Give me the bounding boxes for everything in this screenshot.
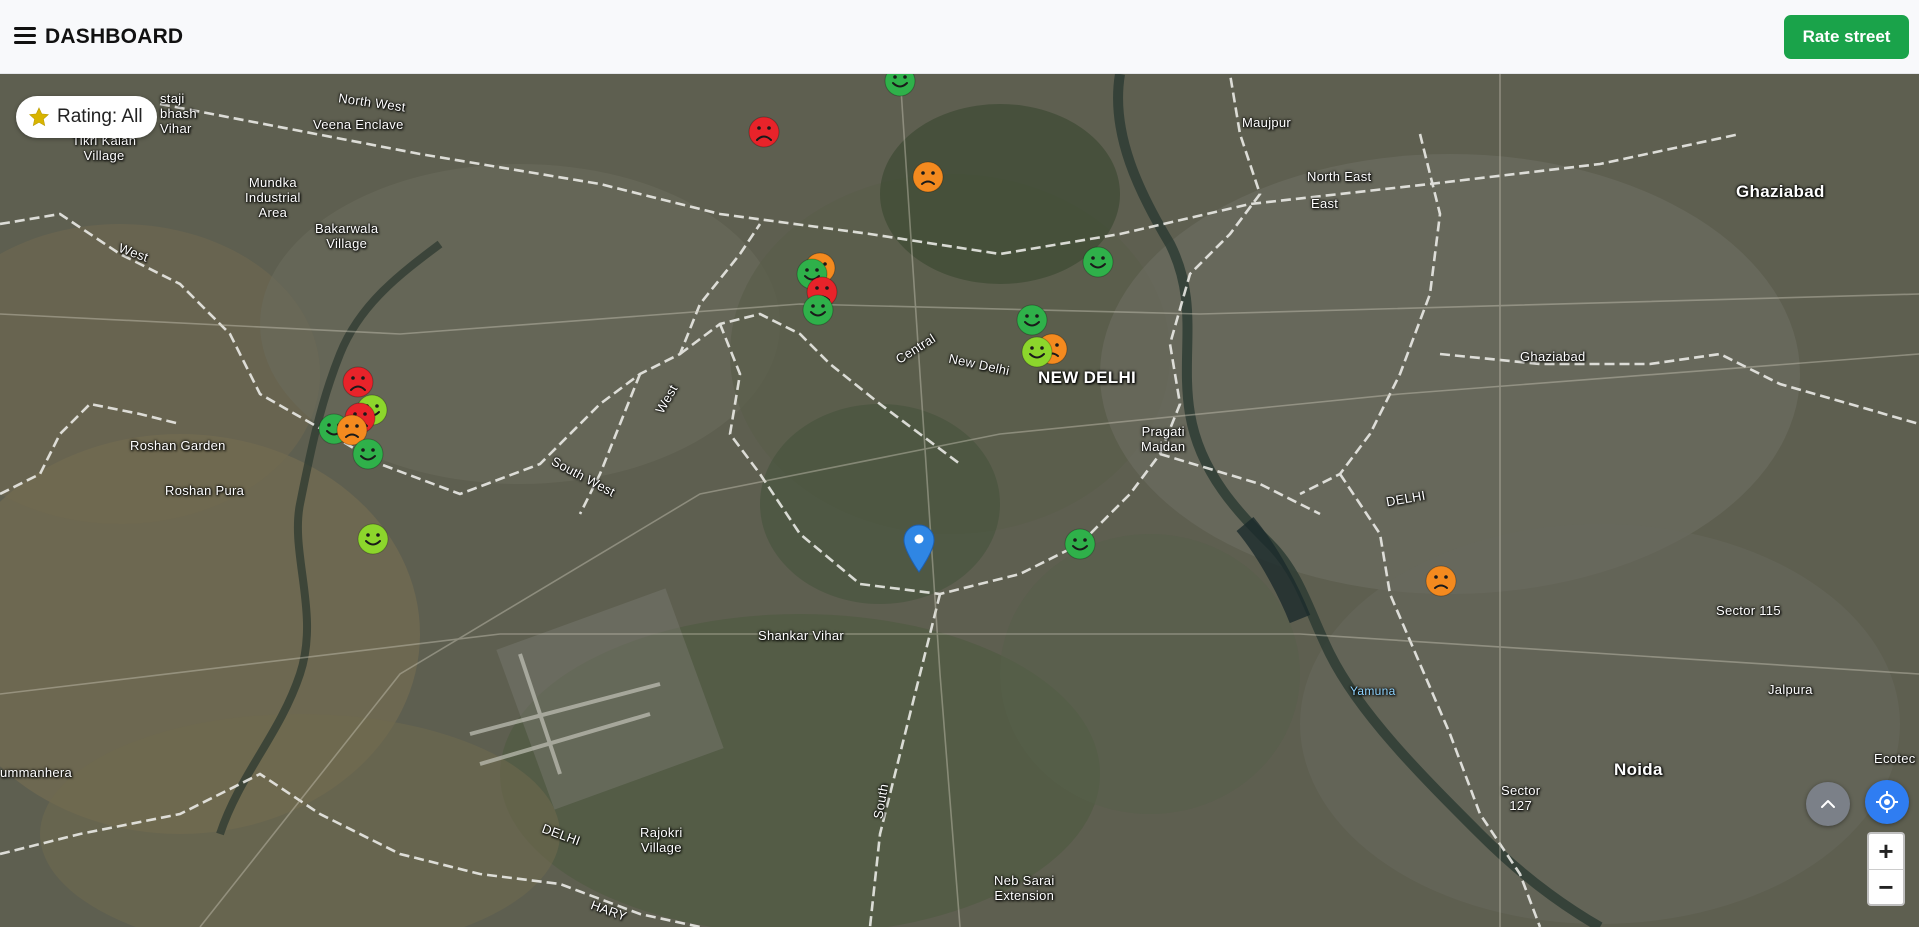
- map-label-ummanhera: ummanhera: [0, 765, 73, 780]
- zoom-control: + −: [1867, 832, 1905, 906]
- map-view[interactable]: North West Veena Enclave Tikri Kalan Vill…: [0, 74, 1919, 927]
- top-bar: DASHBOARD Rate street: [0, 0, 1919, 74]
- map-label-maujpur: Maujpur: [1242, 115, 1292, 130]
- rating-marker-good[interactable]: [1081, 245, 1115, 279]
- fair-face-icon: [1425, 565, 1457, 597]
- map-label-rajokri: Rajokri Village: [640, 825, 683, 855]
- map-label-tikri-kalan: Tikri Kalan Village: [72, 133, 137, 163]
- map-label-ghaziabad: Ghaziabad: [1736, 182, 1825, 201]
- hamburger-menu-icon[interactable]: [12, 24, 38, 48]
- rating-marker-bad[interactable]: [747, 115, 781, 149]
- rating-marker-good[interactable]: [883, 74, 917, 98]
- rating-marker-fair[interactable]: [1424, 564, 1458, 598]
- rating-marker-ok[interactable]: [1020, 335, 1054, 369]
- bad-face-icon: [748, 116, 780, 148]
- map-label-noida: Noida: [1614, 760, 1663, 779]
- fair-face-icon: [912, 161, 944, 193]
- map-label-yamuna: Yamuna: [1350, 684, 1396, 698]
- page-title: DASHBOARD: [45, 25, 184, 48]
- rating-filter-label: Rating: All: [57, 106, 143, 127]
- scroll-up-button[interactable]: [1806, 782, 1850, 826]
- rate-street-button[interactable]: Rate street: [1784, 15, 1909, 59]
- chevron-up-icon: [1821, 800, 1835, 808]
- map-label-bakarwala: Bakarwala Village: [315, 221, 379, 251]
- rating-marker-ok[interactable]: [356, 522, 390, 556]
- rating-marker-good[interactable]: [351, 437, 385, 471]
- map-label-ecotec: Ecotec: [1874, 751, 1916, 766]
- locate-me-button[interactable]: [1865, 780, 1909, 824]
- rating-marker-fair[interactable]: [911, 160, 945, 194]
- map-label-roshan-garden: Roshan Garden: [130, 438, 226, 453]
- map-label-sector-115: Sector 115: [1716, 603, 1781, 618]
- rating-marker-good[interactable]: [801, 293, 835, 327]
- good-face-icon: [1082, 246, 1114, 278]
- good-face-icon: [1064, 528, 1096, 560]
- map-label-subhash-vihar: staji bhash Vihar: [160, 91, 197, 136]
- rating-marker-good[interactable]: [1063, 527, 1097, 561]
- map-label-neb-sarai: Neb Sarai Extension: [994, 873, 1055, 903]
- map-label-pragati-maidan: Pragati Maidan: [1141, 424, 1186, 454]
- map-label-roshan-pura: Roshan Pura: [165, 483, 245, 498]
- star-icon: [29, 107, 49, 127]
- map-label-sector-127: Sector 127: [1501, 783, 1541, 813]
- map-label-jalpura: Jalpura: [1768, 682, 1813, 697]
- ok-face-icon: [1021, 336, 1053, 368]
- map-label-mundka: Mundka Industrial Area: [245, 175, 301, 220]
- map-label-east: East: [1311, 196, 1339, 211]
- map-label-new-delhi: NEW DELHI: [1038, 368, 1137, 387]
- map-label-ghaziabad-district: Ghaziabad: [1520, 349, 1586, 364]
- good-face-icon: [802, 294, 834, 326]
- rating-filter[interactable]: Rating: All: [16, 96, 157, 138]
- location-pin-icon[interactable]: [902, 524, 936, 574]
- good-face-icon: [884, 74, 916, 97]
- crosshair-locate-icon: [1876, 791, 1898, 813]
- map-label-shankar-vihar: Shankar Vihar: [758, 628, 845, 643]
- zoom-in-button[interactable]: +: [1869, 834, 1903, 869]
- good-face-icon: [352, 438, 384, 470]
- zoom-out-button[interactable]: −: [1869, 869, 1903, 905]
- map-label-north-east: North East: [1307, 169, 1372, 184]
- ok-face-icon: [357, 523, 389, 555]
- map-label-veena-enclave: Veena Enclave: [313, 117, 404, 132]
